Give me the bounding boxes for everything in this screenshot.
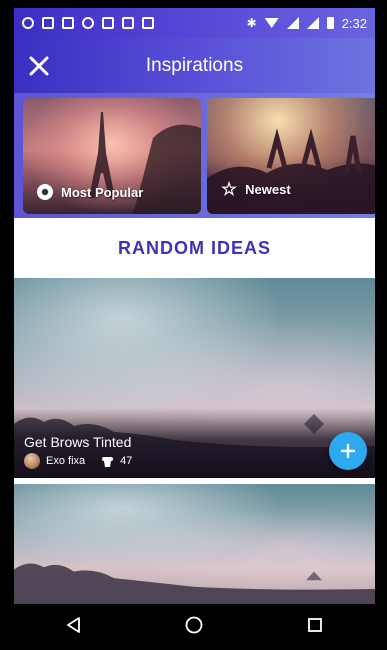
category-label: Most Popular bbox=[61, 184, 144, 200]
fire-icon bbox=[37, 184, 53, 200]
signal-icon bbox=[286, 17, 299, 29]
home-button[interactable] bbox=[174, 605, 214, 645]
clipboard-icon bbox=[142, 17, 154, 29]
star-icon: ☆ bbox=[221, 179, 238, 199]
add-idea-button[interactable] bbox=[329, 432, 367, 470]
play-icon bbox=[122, 17, 134, 29]
likes-count: 47 bbox=[120, 455, 133, 467]
likes-icon bbox=[102, 456, 114, 467]
sync-icon bbox=[22, 17, 34, 29]
system-nav-bar bbox=[14, 604, 375, 646]
close-icon bbox=[29, 56, 49, 75]
idea-meta: Exo fixa 47 bbox=[24, 453, 132, 469]
app-header: Inspirations bbox=[14, 38, 375, 93]
wifi-icon bbox=[264, 18, 279, 28]
recents-button[interactable] bbox=[295, 605, 335, 645]
category-label: Newest bbox=[245, 182, 291, 197]
app-icon bbox=[102, 17, 114, 29]
category-most-popular[interactable]: Most Popular bbox=[23, 98, 201, 214]
messenger-icon bbox=[82, 17, 94, 29]
back-button[interactable] bbox=[54, 605, 94, 645]
idea-title: Get Brows Tinted bbox=[24, 434, 132, 450]
back-icon bbox=[67, 617, 81, 633]
author-name: Exo fixa bbox=[46, 455, 86, 467]
image-icon bbox=[62, 17, 74, 29]
tree-silhouette bbox=[14, 563, 375, 604]
home-icon bbox=[186, 616, 203, 634]
category-strip: Most Popular ☆ Newest bbox=[14, 93, 375, 218]
idea-card[interactable] bbox=[14, 484, 375, 604]
status-bar: ✱ 2:32 bbox=[14, 8, 375, 38]
idea-card[interactable]: Get Brows Tinted Exo fixa 47 bbox=[14, 278, 375, 478]
category-newest[interactable]: ☆ Newest bbox=[207, 98, 375, 214]
page-title: Inspirations bbox=[145, 54, 244, 76]
close-button[interactable] bbox=[14, 38, 64, 93]
avatar bbox=[24, 453, 40, 469]
bluetooth-icon: ✱ bbox=[246, 16, 257, 30]
section-title: RANDOM IDEAS bbox=[14, 218, 375, 278]
plus-icon bbox=[340, 443, 356, 459]
battery-icon bbox=[326, 17, 334, 29]
clock: 2:32 bbox=[341, 15, 367, 31]
signal-icon bbox=[306, 17, 319, 29]
facebook-icon bbox=[42, 17, 54, 29]
recents-icon bbox=[307, 618, 322, 632]
app-screen: ✱ 2:32 Inspirations Most Popular ☆ Newes… bbox=[14, 8, 375, 646]
